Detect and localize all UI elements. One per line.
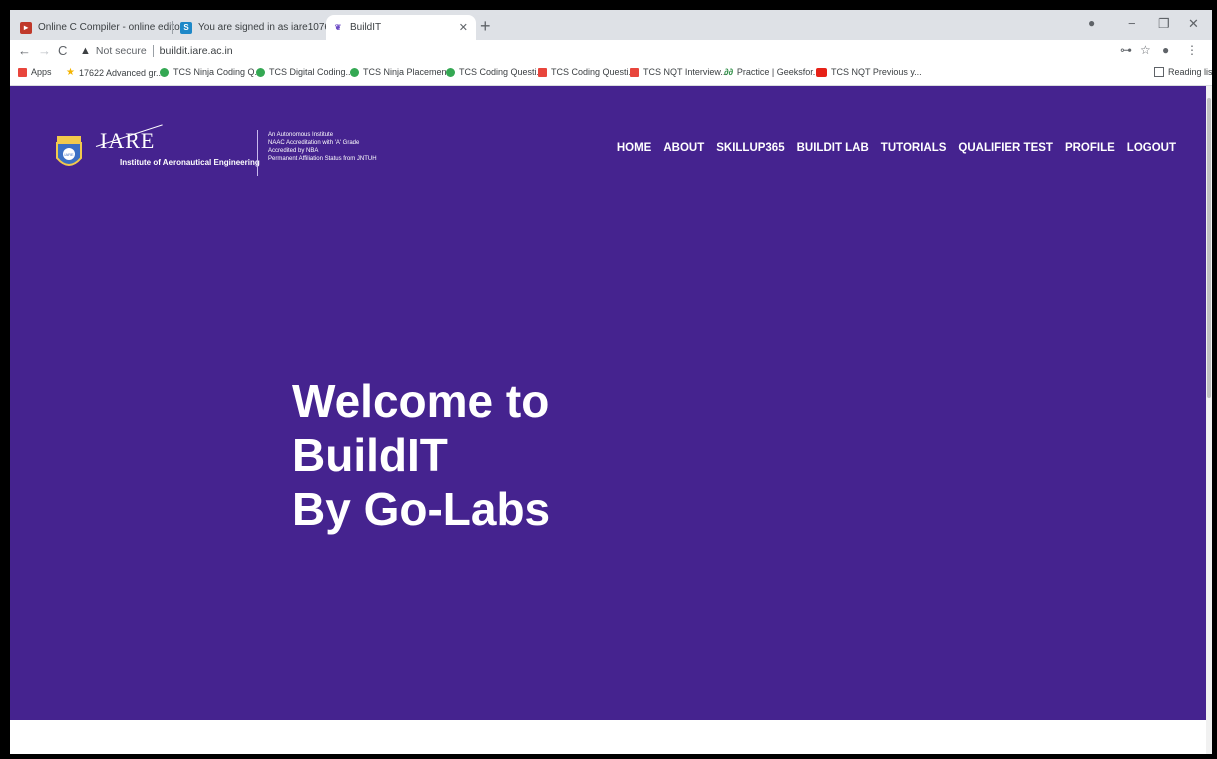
accreditation-line: Permanent Affiliation Status from JNTUH (268, 156, 377, 162)
bookmark-label: TCS Coding Questi... (551, 67, 637, 77)
bookmark-item[interactable]: TCS NQT Previous y... (816, 67, 922, 77)
new-tab-plus-icon[interactable]: + (480, 16, 491, 37)
scrollbar-thumb[interactable] (1207, 98, 1211, 398)
bookmark-label: TCS NQT Previous y... (831, 67, 922, 77)
hero-heading: Welcome to BuildIT By Go-Labs (292, 374, 550, 536)
menu-dots-icon[interactable]: ⋮ (1186, 43, 1198, 57)
hero-line: By Go-Labs (292, 483, 551, 535)
accreditation-line: Accredited by NBA (268, 148, 319, 154)
bookmark-item[interactable]: TCS NQT Interview... (630, 67, 728, 77)
bookmark-item[interactable]: TCS Ninja Coding Q... (160, 67, 262, 77)
bookmark-label: 17622 Advanced gr... (78, 67, 164, 78)
bookmark-label: Practice | Geeksfor... (736, 67, 821, 77)
tab-online-compiler[interactable]: ▸ Online C Compiler - online editor ✕ (14, 15, 192, 40)
iare-emblem-icon: IARE (56, 136, 82, 166)
bookmark-label: TCS NQT Interview... (643, 67, 728, 77)
gfg-icon: ∂∂ (724, 67, 733, 77)
bookmarks-bar: Apps ★ 17622 Advanced gr... TCS Ninja Co… (10, 62, 1212, 86)
bookmark-item[interactable]: TCS Digital Coding... (256, 67, 353, 77)
nav-logout[interactable]: LOGOUT (1127, 142, 1176, 154)
back-arrow-icon[interactable]: ← (18, 43, 31, 58)
tab-buildit[interactable]: ❦ BuildIT ✕ (326, 15, 476, 40)
bookmark-item[interactable]: TCS Ninja Placemen... (350, 67, 454, 77)
hero-section: IARE IARE Institute of Aeronautical Engi… (10, 86, 1206, 720)
s-favicon-icon: S (180, 21, 192, 34)
reading-list-label: Reading list (1168, 67, 1212, 77)
browser-toolbar: ← → C ▲ Not secure buildit.iare.ac.in ⊶ … (10, 40, 1212, 62)
tab-title: You are signed in as iare10760 (198, 22, 336, 33)
nav-buildit-lab[interactable]: BUILDIT LAB (797, 142, 869, 154)
nav-profile[interactable]: PROFILE (1065, 142, 1115, 154)
bookmark-label: TCS Ninja Coding Q... (173, 67, 263, 77)
nav-tutorials[interactable]: TUTORIALS (881, 142, 947, 154)
page-below-hero (10, 720, 1206, 754)
site-favicon-icon (350, 67, 359, 77)
restore-icon[interactable]: ❐ (1158, 16, 1170, 32)
tab-title: BuildIT (350, 22, 382, 33)
buildit-favicon-icon: ❦ (332, 21, 344, 34)
warning-icon: ▲ (80, 45, 91, 57)
bookmark-label: TCS Coding Questi... (459, 67, 545, 77)
tab-title: Online C Compiler - online editor (38, 22, 184, 33)
bookmark-item[interactable]: TCS Coding Questi... (538, 67, 636, 77)
star-bookmark-icon[interactable]: ☆ (1140, 43, 1151, 57)
bookmark-item[interactable]: ∂∂ Practice | Geeksfor... (724, 67, 820, 77)
reading-list-icon (1154, 67, 1164, 77)
security-label: Not secure (95, 45, 147, 57)
bookmark-item[interactable]: ★ 17622 Advanced gr... (66, 67, 164, 78)
nav-qualifier-test[interactable]: QUALIFIER TEST (958, 142, 1053, 154)
url-text: buildit.iare.ac.in (159, 45, 233, 57)
account-circle-icon[interactable]: ● (1088, 16, 1095, 30)
reading-list-button[interactable]: Reading list (1154, 67, 1212, 77)
nav-about[interactable]: ABOUT (663, 142, 704, 154)
bookmark-label: TCS Ninja Placemen... (363, 67, 455, 77)
close-window-icon[interactable]: ✕ (1188, 16, 1199, 32)
vertical-scrollbar[interactable] (1206, 86, 1212, 754)
tab-signed-in[interactable]: S You are signed in as iare10760 ✕ (174, 15, 345, 40)
youtube-icon (816, 67, 827, 77)
bookmark-label: Apps (31, 67, 52, 77)
brand-divider (257, 130, 258, 176)
brand-subtitle: Institute of Aeronautical Engineering (120, 158, 260, 167)
site-favicon-icon (538, 67, 547, 77)
forward-arrow-icon[interactable]: → (38, 43, 51, 58)
reload-icon[interactable]: C (58, 43, 67, 58)
site-favicon-icon (160, 67, 169, 77)
nav-home[interactable]: HOME (617, 142, 652, 154)
hero-line: BuildIT (292, 429, 448, 481)
accreditation-line: An Autonomous Institute (268, 132, 334, 138)
accreditation-block: An Autonomous Institute NAAC Accreditati… (268, 131, 377, 163)
bookmark-item[interactable]: TCS Coding Questi... (446, 67, 544, 77)
close-icon[interactable]: ✕ (459, 21, 468, 34)
main-nav: HOME ABOUT SKILLUP365 BUILDIT LAB TUTORI… (617, 142, 1176, 154)
compiler-favicon-icon: ▸ (20, 21, 32, 34)
site-favicon-icon (630, 67, 639, 77)
site-favicon-icon (446, 67, 455, 77)
nav-skillup365[interactable]: SKILLUP365 (716, 142, 784, 154)
accreditation-line: NAAC Accreditation with 'A' Grade (268, 140, 360, 146)
bookmark-label: TCS Digital Coding... (269, 67, 354, 77)
key-icon[interactable]: ⊶ (1120, 43, 1132, 57)
address-bar[interactable]: ▲ Not secure buildit.iare.ac.in (80, 42, 1110, 60)
browser-window: ▸ Online C Compiler - online editor ✕ S … (10, 10, 1212, 754)
star-icon: ★ (66, 67, 75, 78)
apps-grid-icon (18, 67, 27, 77)
site-favicon-icon (256, 67, 265, 77)
svg-text:IARE: IARE (64, 152, 74, 157)
minimize-icon[interactable]: − (1128, 16, 1136, 31)
bookmark-apps[interactable]: Apps (18, 67, 52, 77)
profile-avatar-icon[interactable]: ● (1162, 43, 1169, 57)
tab-strip: ▸ Online C Compiler - online editor ✕ S … (10, 10, 1212, 40)
hero-line: Welcome to (292, 375, 550, 427)
